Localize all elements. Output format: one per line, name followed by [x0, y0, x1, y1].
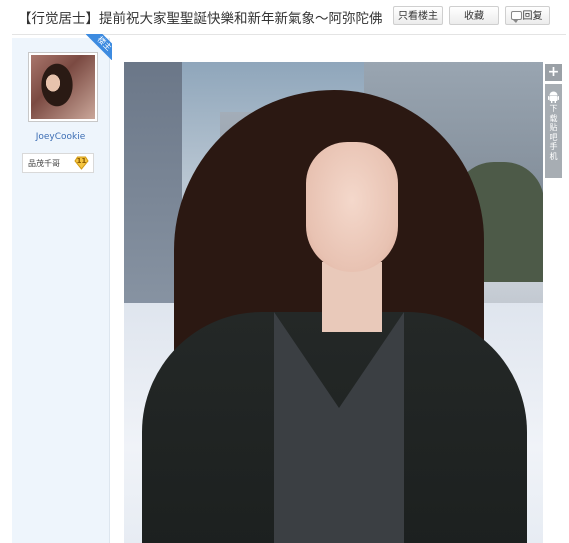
- download-app-button[interactable]: 下载贴吧手机: [545, 84, 562, 178]
- username-link[interactable]: JoeyCookie: [12, 132, 109, 142]
- diamond-badge-icon: 11: [74, 156, 89, 170]
- rank-title: 品茂千哥: [28, 159, 60, 168]
- comment-icon: [511, 11, 522, 23]
- avatar[interactable]: [28, 52, 98, 122]
- post-photo[interactable]: [124, 62, 543, 543]
- rank-level: 11: [76, 157, 87, 165]
- reply-button-label: 回复: [522, 11, 543, 22]
- avatar-image: [31, 55, 95, 119]
- only-op-button[interactable]: 只看楼主: [393, 6, 443, 25]
- reply-button[interactable]: 回复: [505, 6, 550, 25]
- photo-face: [306, 142, 398, 272]
- favorite-button[interactable]: 收藏: [449, 6, 499, 25]
- side-toolbar: + 下载贴吧手机: [545, 64, 562, 178]
- post-page: 【行觉居士】提前祝大家聖聖誕快樂和新年新氣象～阿弥陀佛 只看楼主 收藏 回复 楼…: [0, 0, 569, 543]
- photo-neck: [322, 262, 382, 332]
- android-icon: [548, 88, 559, 103]
- user-rank[interactable]: 品茂千哥 11: [22, 153, 94, 173]
- thread-header: 【行觉居士】提前祝大家聖聖誕快樂和新年新氣象～阿弥陀佛 只看楼主 收藏 回复: [12, 0, 566, 35]
- thread-title: 【行觉居士】提前祝大家聖聖誕快樂和新年新氣象～阿弥陀佛: [18, 11, 383, 27]
- post-content: [110, 38, 566, 543]
- plus-icon[interactable]: +: [545, 64, 562, 81]
- download-app-label: 下载贴吧手机: [549, 104, 558, 161]
